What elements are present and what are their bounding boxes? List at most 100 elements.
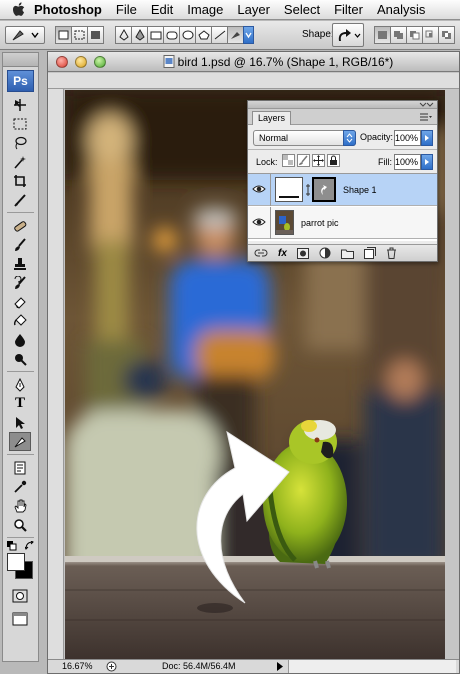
panel-divider bbox=[248, 149, 437, 150]
horizontal-scrollbar[interactable] bbox=[288, 660, 456, 673]
add-mask-icon[interactable] bbox=[296, 247, 309, 259]
link-layers-icon[interactable] bbox=[254, 248, 268, 258]
photoshop-logo[interactable]: Ps bbox=[7, 70, 34, 92]
opacity-slider-button[interactable] bbox=[421, 130, 433, 146]
menu-image[interactable]: Image bbox=[180, 0, 230, 20]
lock-position-icon[interactable] bbox=[312, 154, 325, 167]
document-title-bar[interactable]: bird 1.psd @ 16.7% (Shape 1, RGB/16*) bbox=[48, 52, 459, 72]
fill-field[interactable]: 100% bbox=[394, 154, 421, 170]
crop-tool-icon[interactable] bbox=[9, 171, 31, 190]
fill-slider-button[interactable] bbox=[421, 154, 433, 170]
zoom-button[interactable] bbox=[94, 56, 106, 68]
zoom-tool-icon[interactable] bbox=[9, 515, 31, 534]
brush-tool-icon[interactable] bbox=[9, 235, 31, 254]
menu-analysis[interactable]: Analysis bbox=[370, 0, 432, 20]
custom-shape-tool-button[interactable] bbox=[227, 26, 244, 44]
layer-row-parrot-pic[interactable]: parrot pic bbox=[248, 207, 437, 239]
layer-row-shape-1[interactable]: Shape 1 bbox=[248, 174, 437, 206]
eraser-tool-icon[interactable] bbox=[9, 292, 31, 311]
exclude-op-button[interactable] bbox=[438, 26, 455, 44]
menu-select[interactable]: Select bbox=[277, 0, 327, 20]
horizontal-ruler[interactable] bbox=[48, 73, 459, 89]
tool-preset-picker[interactable] bbox=[5, 26, 45, 44]
delete-layer-icon[interactable] bbox=[386, 247, 397, 259]
default-colors-icon[interactable] bbox=[7, 541, 17, 551]
fill-pixels-mode-button[interactable] bbox=[87, 26, 104, 44]
app-menu[interactable]: Photoshop bbox=[30, 0, 109, 20]
dodge-tool-icon[interactable] bbox=[9, 349, 31, 368]
marquee-tool-icon[interactable] bbox=[9, 114, 31, 133]
blend-mode-arrows bbox=[343, 130, 356, 146]
link-icon[interactable] bbox=[305, 184, 311, 196]
slice-tool-icon[interactable] bbox=[9, 190, 31, 209]
ellipse-tool-button[interactable] bbox=[179, 26, 196, 44]
collapse-icon[interactable] bbox=[418, 102, 434, 108]
geometry-options-dropdown[interactable] bbox=[243, 26, 254, 44]
polygon-tool-button[interactable] bbox=[195, 26, 212, 44]
menu-filter[interactable]: Filter bbox=[327, 0, 370, 20]
shape-layers-mode-button[interactable] bbox=[55, 26, 72, 44]
layers-panel-grip[interactable] bbox=[248, 101, 437, 109]
apple-icon[interactable] bbox=[8, 0, 30, 20]
opacity-field[interactable]: 100% bbox=[394, 130, 421, 146]
lasso-tool-icon[interactable] bbox=[9, 133, 31, 152]
add-op-button[interactable] bbox=[390, 26, 407, 44]
notes-tool-icon[interactable] bbox=[9, 458, 31, 477]
blend-mode-select[interactable]: Normal bbox=[253, 130, 356, 146]
menu-bar: Photoshop File Edit Image Layer Select F… bbox=[0, 0, 460, 20]
new-layer-icon[interactable] bbox=[363, 247, 376, 259]
minimize-button[interactable] bbox=[75, 56, 87, 68]
lock-image-icon[interactable] bbox=[297, 154, 310, 167]
eye-icon[interactable] bbox=[252, 216, 266, 228]
shape-layer-fill-thumbnail[interactable] bbox=[275, 177, 303, 202]
intersect-op-button[interactable] bbox=[422, 26, 439, 44]
move-tool-icon[interactable] bbox=[9, 95, 31, 114]
new-layer-op-button[interactable] bbox=[374, 26, 391, 44]
quick-mask-icon[interactable] bbox=[9, 586, 31, 605]
paths-mode-button[interactable] bbox=[71, 26, 88, 44]
menu-file[interactable]: File bbox=[109, 0, 144, 20]
eyedropper-tool-icon[interactable] bbox=[9, 477, 31, 496]
layer-name[interactable]: Shape 1 bbox=[343, 174, 377, 206]
custom-shape-tool-icon[interactable] bbox=[9, 432, 31, 451]
subtract-op-button[interactable] bbox=[406, 26, 423, 44]
eye-icon[interactable] bbox=[252, 183, 266, 195]
clone-stamp-tool-icon[interactable] bbox=[9, 254, 31, 273]
freeform-pen-button[interactable] bbox=[131, 26, 148, 44]
layer-style-fx-button[interactable]: fx bbox=[278, 248, 287, 259]
toolbox-grip[interactable] bbox=[3, 53, 38, 67]
menu-edit[interactable]: Edit bbox=[144, 0, 180, 20]
status-info-icon[interactable] bbox=[106, 661, 117, 672]
layers-tab[interactable]: Layers bbox=[252, 111, 292, 125]
pen-tool-icon[interactable] bbox=[9, 375, 31, 394]
lock-transparent-icon[interactable] bbox=[282, 154, 295, 167]
panel-menu-icon[interactable] bbox=[418, 112, 432, 122]
vector-mask-thumbnail[interactable] bbox=[312, 177, 336, 202]
lock-all-icon[interactable] bbox=[327, 154, 340, 167]
paint-bucket-tool-icon[interactable] bbox=[9, 311, 31, 330]
foreground-color-swatch[interactable] bbox=[7, 553, 25, 571]
zoom-level[interactable]: 16.67% bbox=[62, 661, 93, 671]
close-button[interactable] bbox=[56, 56, 68, 68]
menu-layer[interactable]: Layer bbox=[230, 0, 277, 20]
line-tool-button[interactable] bbox=[211, 26, 228, 44]
adjustment-layer-icon[interactable] bbox=[319, 247, 331, 259]
screen-mode-icon[interactable] bbox=[9, 609, 31, 628]
blur-tool-icon[interactable] bbox=[9, 330, 31, 349]
parrot-pic-thumbnail[interactable] bbox=[275, 210, 294, 235]
path-selection-tool-icon[interactable] bbox=[9, 413, 31, 432]
healing-brush-tool-icon[interactable] bbox=[9, 216, 31, 235]
layer-name[interactable]: parrot pic bbox=[301, 207, 339, 239]
status-menu-arrow-icon[interactable] bbox=[276, 662, 284, 671]
rectangle-tool-button[interactable] bbox=[147, 26, 164, 44]
vertical-ruler[interactable] bbox=[48, 89, 64, 659]
rounded-rectangle-tool-button[interactable] bbox=[163, 26, 180, 44]
pen-tool-button[interactable] bbox=[115, 26, 132, 44]
type-tool-icon[interactable]: T bbox=[9, 394, 31, 413]
history-brush-tool-icon[interactable] bbox=[9, 273, 31, 292]
magic-wand-tool-icon[interactable] bbox=[9, 152, 31, 171]
swap-colors-icon[interactable] bbox=[25, 541, 35, 551]
new-group-icon[interactable] bbox=[340, 248, 354, 259]
shape-picker[interactable] bbox=[332, 23, 364, 47]
hand-tool-icon[interactable] bbox=[9, 496, 31, 515]
